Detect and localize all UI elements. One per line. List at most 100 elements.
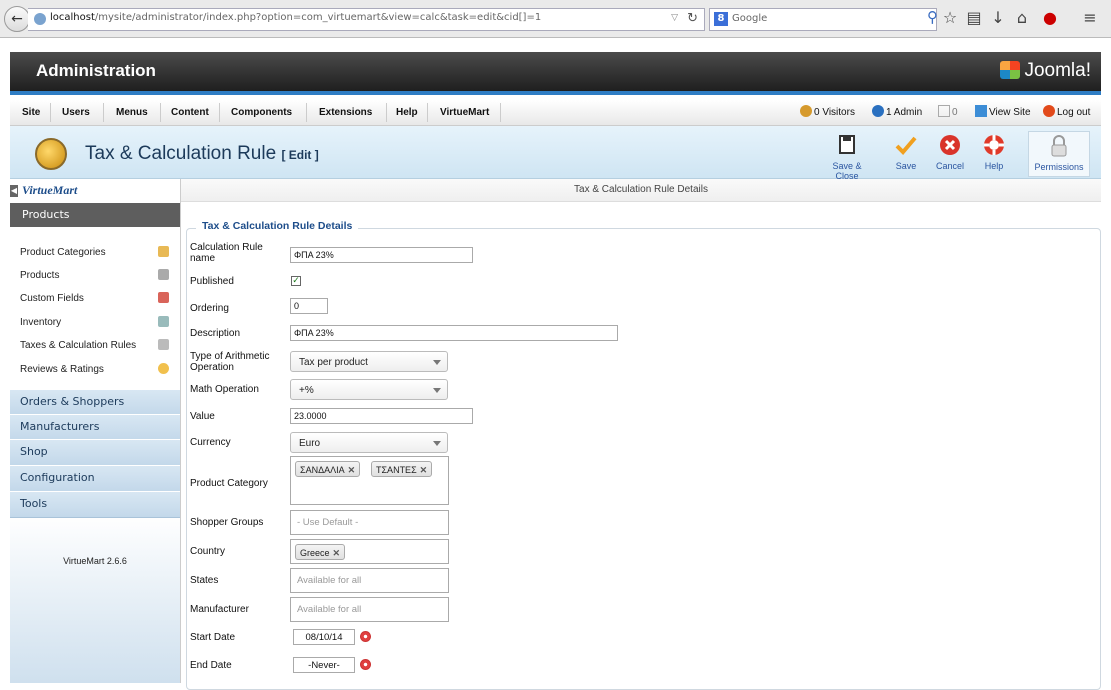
currency-select[interactable]: Euro [290, 432, 448, 453]
country-chip[interactable]: Greece ✕ [295, 544, 346, 560]
search-bar[interactable]: 8 Google ⚲ [709, 8, 938, 31]
shopper-groups-multiselect[interactable]: - Use Default - [290, 510, 449, 535]
sidebar-item-product-categories[interactable]: Product Categories [10, 241, 180, 264]
label-end-date: End Date [190, 660, 232, 671]
back-button[interactable]: ← [4, 6, 30, 32]
bookmarks-list-icon[interactable]: ▤ [964, 8, 984, 27]
label-arith-type: Type of Arithmetic Operation [190, 351, 270, 373]
messages-status[interactable]: 0 [938, 105, 958, 118]
view-site-link[interactable]: View Site [975, 105, 1031, 118]
browser-toolbar: ← localhost/mysite/administrator/index.p… [0, 0, 1111, 38]
logout-link[interactable]: Log out [1043, 105, 1090, 118]
help-button[interactable]: Help [974, 131, 1014, 175]
remove-chip-icon[interactable]: ✕ [348, 465, 356, 475]
arith-type-select[interactable]: Tax per product [290, 351, 448, 372]
joomla-logo-icon [1000, 61, 1021, 79]
monitor-icon [975, 105, 987, 117]
menu-users[interactable]: Users [62, 107, 90, 118]
label-manufacturer: Manufacturer [190, 604, 249, 615]
search-placeholder: Google [732, 13, 768, 24]
description-input[interactable]: ΦΠΑ 23% [290, 325, 618, 341]
calculator-icon [158, 339, 169, 350]
sidebar-section-tools[interactable]: Tools [10, 491, 180, 518]
permissions-button[interactable]: Permissions [1028, 131, 1090, 177]
label-ordering: Ordering [190, 303, 229, 314]
label-product-category: Product Category [190, 478, 268, 489]
label-country: Country [190, 546, 226, 557]
chevron-down-icon [433, 360, 441, 365]
clear-end-date-icon[interactable] [360, 659, 371, 670]
category-chip[interactable]: ΣΑΝΔΑΛΙΑ ✕ [295, 461, 361, 477]
home-icon[interactable]: ⌂ [1012, 8, 1032, 27]
save-close-button[interactable]: Save & Close [822, 131, 872, 181]
site-identity-icon[interactable] [34, 13, 46, 25]
sidebar-item-taxes[interactable]: Taxes & Calculation Rules [10, 334, 180, 357]
downloads-icon[interactable]: ↓ [988, 8, 1008, 27]
fieldset-legend: Tax & Calculation Rule Details [196, 220, 359, 232]
virtuemart-badge-icon [35, 138, 67, 170]
ordering-input[interactable]: 0 [290, 298, 328, 314]
published-checkbox[interactable]: ✓ [291, 276, 301, 286]
country-multiselect[interactable]: Greece ✕ [290, 539, 449, 564]
menu-menus[interactable]: Menus [116, 107, 148, 118]
visitors-status: 0 Visitors [800, 105, 855, 118]
search-icon[interactable]: ⚲ [927, 8, 938, 26]
menu-site[interactable]: Site [22, 107, 40, 118]
start-date-input[interactable]: 08/10/14 [293, 629, 355, 645]
sidebar-item-products[interactable]: Products [10, 264, 180, 287]
google-icon[interactable]: 8 [714, 12, 728, 26]
label-currency: Currency [190, 437, 231, 448]
checkmark-icon [895, 136, 917, 155]
sidebar-item-inventory[interactable]: Inventory [10, 311, 180, 334]
adblock-icon[interactable]: ● [1040, 8, 1060, 27]
save-button[interactable]: Save [886, 131, 926, 175]
main-header: Tax & Calculation Rule Details [181, 179, 1101, 202]
admin-header: Administration Joomla! [10, 52, 1101, 95]
sidebar-item-reviews[interactable]: Reviews & Ratings [10, 358, 180, 381]
logout-icon [1043, 105, 1055, 117]
chevron-down-icon [433, 388, 441, 393]
label-published: Published [190, 276, 234, 287]
states-multiselect[interactable]: Available for all [290, 568, 449, 593]
label-shopper-groups: Shopper Groups [190, 517, 264, 528]
manufacturer-multiselect[interactable]: Available for all [290, 597, 449, 622]
admin-user-icon [872, 105, 884, 117]
sidebar-section-products[interactable]: Products [10, 203, 180, 227]
sidebar-section-configuration[interactable]: Configuration [10, 465, 180, 492]
cancel-button[interactable]: Cancel [930, 131, 970, 175]
url-bar[interactable]: localhost/mysite/administrator/index.php… [28, 8, 705, 31]
menu-components[interactable]: Components [231, 107, 292, 118]
menu-help[interactable]: Help [396, 107, 418, 118]
sidebar-section-orders[interactable]: Orders & Shoppers [10, 389, 180, 416]
sidebar-item-custom-fields[interactable]: Custom Fields [10, 287, 180, 310]
menu-virtuemart[interactable]: VirtueMart [440, 107, 489, 118]
label-description: Description [190, 328, 241, 339]
menu-icon[interactable]: ≡ [1080, 8, 1100, 27]
reload-icon[interactable]: ↻ [687, 11, 698, 26]
value-input[interactable]: 23.0000 [290, 408, 473, 424]
product-category-multiselect[interactable]: ΣΑΝΔΑΛΙΑ ✕ ΤΣΑΝΤΕΣ ✕ [290, 456, 449, 505]
label-states: States [190, 575, 219, 586]
end-date-input[interactable]: -Never- [293, 657, 355, 673]
label-math-op: Math Operation [190, 384, 259, 395]
user-icon [800, 105, 812, 117]
category-chip[interactable]: ΤΣΑΝΤΕΣ ✕ [371, 461, 433, 477]
clear-start-date-icon[interactable] [360, 631, 371, 642]
menu-extensions[interactable]: Extensions [319, 107, 372, 118]
url-dropdown-icon[interactable]: ▽ [671, 13, 678, 23]
remove-chip-icon[interactable]: ✕ [333, 548, 341, 558]
menu-content[interactable]: Content [171, 107, 209, 118]
sidebar-section-manufacturers[interactable]: Manufacturers [10, 414, 180, 441]
cancel-icon [940, 135, 960, 155]
admin-status: 1 Admin [872, 105, 922, 118]
remove-chip-icon[interactable]: ✕ [420, 465, 428, 475]
rule-name-input[interactable]: ΦΠΑ 23% [290, 247, 473, 263]
math-op-select[interactable]: +% [290, 379, 448, 400]
sidebar-section-shop[interactable]: Shop [10, 439, 180, 466]
bookmark-star-icon[interactable]: ☆ [940, 8, 960, 27]
custom-fields-icon [158, 292, 169, 303]
folder-icon [158, 246, 169, 257]
collapse-sidebar-icon[interactable]: ◀ [10, 185, 18, 197]
lifebuoy-icon [984, 135, 1004, 155]
joomla-logo: Joomla! [1000, 60, 1091, 82]
